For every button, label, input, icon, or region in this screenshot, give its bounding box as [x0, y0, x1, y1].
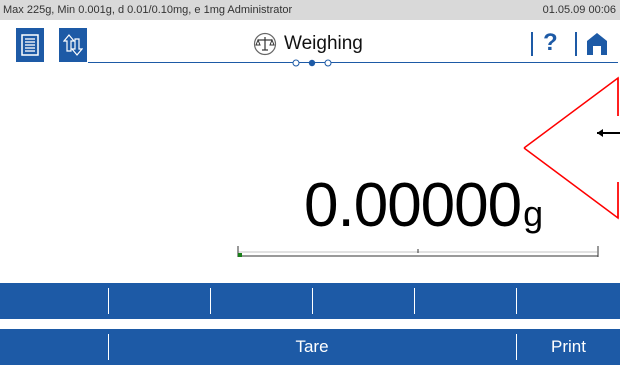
toolbar: Weighing ?	[0, 20, 620, 70]
page-indicator	[292, 59, 332, 67]
page-title: Weighing	[284, 33, 363, 54]
print-button[interactable]: Print	[517, 329, 620, 365]
separator	[414, 288, 415, 314]
softkey-row-top	[0, 283, 620, 319]
separator	[516, 288, 517, 314]
separator	[210, 288, 211, 314]
page-title-group: Weighing	[252, 32, 363, 56]
weight-value: 0.00000	[304, 171, 522, 240]
separator	[531, 32, 533, 56]
transfer-icon	[63, 34, 83, 56]
separator	[575, 32, 577, 56]
balance-info: Max 225g, Min 0.001g, d 0.01/0.10mg, e 1…	[3, 4, 293, 16]
home-icon[interactable]	[586, 32, 608, 56]
tare-button[interactable]: Tare	[109, 329, 515, 365]
menu-button[interactable]	[16, 28, 44, 62]
date-time: 01.05.09 00:06	[542, 4, 616, 16]
weight-unit: g	[523, 193, 544, 234]
separator	[108, 288, 109, 314]
weight-display: 0.00000g	[304, 170, 543, 241]
help-icon[interactable]: ?	[543, 29, 558, 57]
transfer-button[interactable]	[59, 28, 87, 62]
capacity-bar	[237, 246, 599, 257]
balance-scale-icon	[253, 32, 277, 56]
status-bar: Max 225g, Min 0.001g, d 0.01/0.10mg, e 1…	[0, 0, 620, 20]
softkey-gap	[0, 319, 620, 329]
separator	[312, 288, 313, 314]
title-underline	[88, 62, 618, 63]
softkey-row-bottom: Tare Print	[0, 329, 620, 365]
menu-list-icon	[21, 34, 39, 56]
